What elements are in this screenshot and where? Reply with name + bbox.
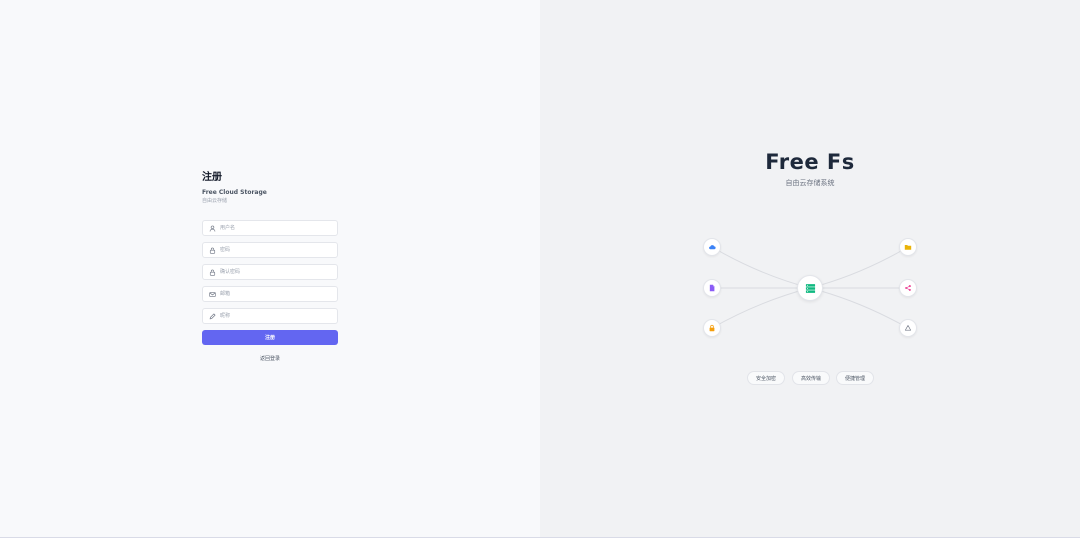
brand-title: Free Fs bbox=[765, 150, 855, 174]
lock-icon bbox=[208, 268, 216, 276]
confirm-password-input[interactable] bbox=[220, 267, 330, 277]
username-input[interactable] bbox=[220, 223, 330, 233]
password-input[interactable] bbox=[220, 245, 330, 255]
nickname-input[interactable] bbox=[220, 311, 330, 321]
folder-node bbox=[899, 238, 917, 256]
feature-chip-transfer: 高效传输 bbox=[792, 371, 830, 385]
folder-icon bbox=[904, 243, 912, 251]
share-icon bbox=[904, 284, 912, 292]
lock-icon bbox=[708, 324, 716, 332]
form-subtitle: Free Cloud Storage bbox=[202, 189, 267, 196]
register-button[interactable]: 注册 bbox=[202, 330, 338, 345]
feature-chip-security: 安全加密 bbox=[747, 371, 785, 385]
email-field[interactable] bbox=[202, 286, 338, 302]
brand-subtitle: 自由云存储系统 bbox=[785, 179, 835, 187]
server-hub bbox=[797, 275, 823, 301]
username-field[interactable] bbox=[202, 220, 338, 236]
email-input[interactable] bbox=[220, 289, 330, 299]
password-field[interactable] bbox=[202, 242, 338, 258]
mail-icon bbox=[208, 290, 216, 298]
form-subtitle-cn: 自由云存储 bbox=[202, 198, 228, 204]
lock-node bbox=[703, 319, 721, 337]
cloud-icon bbox=[708, 243, 716, 251]
user-icon bbox=[208, 224, 216, 232]
form-title: 注册 bbox=[202, 172, 222, 183]
recycle-icon bbox=[904, 324, 912, 332]
pencil-icon bbox=[208, 312, 216, 320]
nickname-field[interactable] bbox=[202, 308, 338, 324]
back-to-login-link[interactable]: 返回登录 bbox=[202, 355, 338, 363]
file-node bbox=[703, 279, 721, 297]
share-node bbox=[899, 279, 917, 297]
lock-icon bbox=[208, 246, 216, 254]
server-icon bbox=[805, 283, 816, 294]
confirm-password-field[interactable] bbox=[202, 264, 338, 280]
register-form: 注册 Free Cloud Storage 自由云存储 注册 返回登录 bbox=[202, 171, 338, 362]
cloud-node bbox=[703, 238, 721, 256]
brand-panel bbox=[540, 0, 1080, 538]
feature-chip-management: 便捷管理 bbox=[836, 371, 874, 385]
recycle-node bbox=[899, 319, 917, 337]
file-icon bbox=[708, 284, 716, 292]
